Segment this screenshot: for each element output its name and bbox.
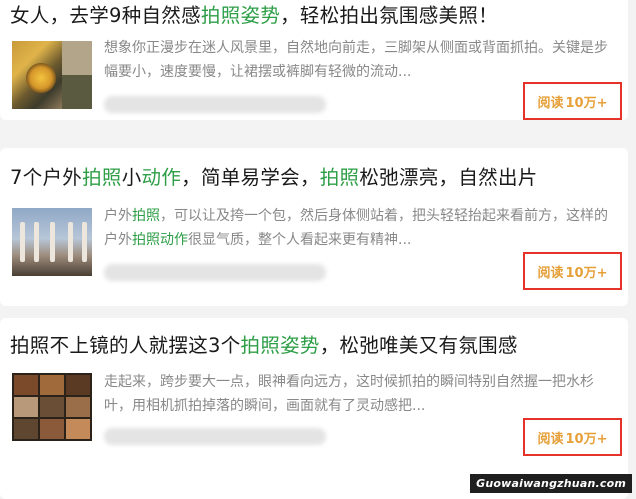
keyword-highlight: 拍照 — [319, 166, 360, 189]
article-thumbnail[interactable] — [12, 41, 92, 109]
read-count-badge: 阅读 10万+ — [523, 82, 622, 120]
text-segment: 走起来，跨步要大一点，眼神看向远方，这时候抓拍的瞬间特别自然握一把水杉叶，用相机… — [104, 374, 594, 414]
article-title[interactable]: 女人，去学9种自然感拍照姿势，轻松拍出氛围感美照！ — [10, 2, 622, 30]
text-segment: ，松弛唯美又有氛围感 — [319, 334, 518, 357]
article-thumbnail[interactable] — [12, 373, 92, 441]
article-snippet: 想象你正漫步在迷人风景里，自然地向前走，三脚架从侧面或背面抓拍。关键是步幅要小，… — [104, 36, 608, 84]
text-segment: 户外 — [104, 208, 132, 224]
keyword-highlight: 拍照姿势 — [200, 4, 281, 27]
read-count-badge: 阅读 10万+ — [523, 252, 622, 290]
text-segment: ，简单易学会， — [181, 166, 320, 189]
read-label: 阅读 — [537, 431, 564, 447]
blurred-meta — [104, 96, 326, 113]
article-snippet: 走起来，跨步要大一点，眼神看向远方，这时候抓拍的瞬间特别自然握一把水杉叶，用相机… — [104, 370, 608, 418]
text-segment: 小 — [121, 166, 142, 189]
text-segment: ，轻松拍出氛围感美照！ — [280, 4, 498, 27]
blurred-meta — [104, 264, 326, 281]
article-card-2[interactable]: 7个户外拍照小动作，简单易学会，拍照松弛漂亮，自然出片 户外拍照，可以让及挎一个… — [0, 148, 628, 306]
article-card-3[interactable]: 拍照不上镜的人就摆这3个拍照姿势，松弛唯美又有氛围感 走起来，跨步要大一点，眼神… — [0, 318, 628, 499]
article-snippet: 户外拍照，可以让及挎一个包，然后身体侧站着，把头轻轻抬起来看前方，这样的户外拍照… — [104, 204, 608, 252]
keyword-highlight: 拍照 — [132, 208, 160, 224]
article-title[interactable]: 7个户外拍照小动作，简单易学会，拍照松弛漂亮，自然出片 — [10, 164, 622, 192]
text-segment: 7个户外 — [10, 166, 83, 189]
read-label: 阅读 — [537, 265, 564, 281]
read-count: 10万+ — [565, 265, 608, 281]
read-count: 10万+ — [565, 95, 608, 111]
keyword-highlight: 拍照动作 — [132, 232, 188, 248]
article-thumbnail[interactable] — [12, 208, 92, 276]
keyword-highlight: 动作 — [141, 166, 182, 189]
text-segment: 拍照不上镜的人就摆这3个 — [10, 334, 241, 357]
article-card-1[interactable]: 女人，去学9种自然感拍照姿势，轻松拍出氛围感美照！ 想象你正漫步在迷人风景里，自… — [0, 0, 628, 120]
article-title[interactable]: 拍照不上镜的人就摆这3个拍照姿势，松弛唯美又有氛围感 — [10, 332, 622, 360]
keyword-highlight: 拍照姿势 — [240, 334, 320, 357]
text-segment: 很显气质，整个人看起来更有精神... — [188, 232, 412, 248]
read-count: 10万+ — [565, 431, 608, 447]
keyword-highlight: 拍照 — [82, 166, 122, 189]
read-count-badge: 阅读 10万+ — [523, 418, 622, 456]
text-segment: 松弛漂亮，自然出片 — [359, 166, 538, 189]
watermark: Guowaiwangzhuan.com — [470, 474, 632, 493]
blurred-meta — [104, 428, 326, 445]
text-segment: 女人，去学9种自然感 — [10, 4, 201, 27]
text-segment: 想象你正漫步在迷人风景里，自然地向前走，三脚架从侧面或背面抓拍。关键是步幅要小，… — [104, 40, 608, 80]
read-label: 阅读 — [537, 95, 564, 111]
